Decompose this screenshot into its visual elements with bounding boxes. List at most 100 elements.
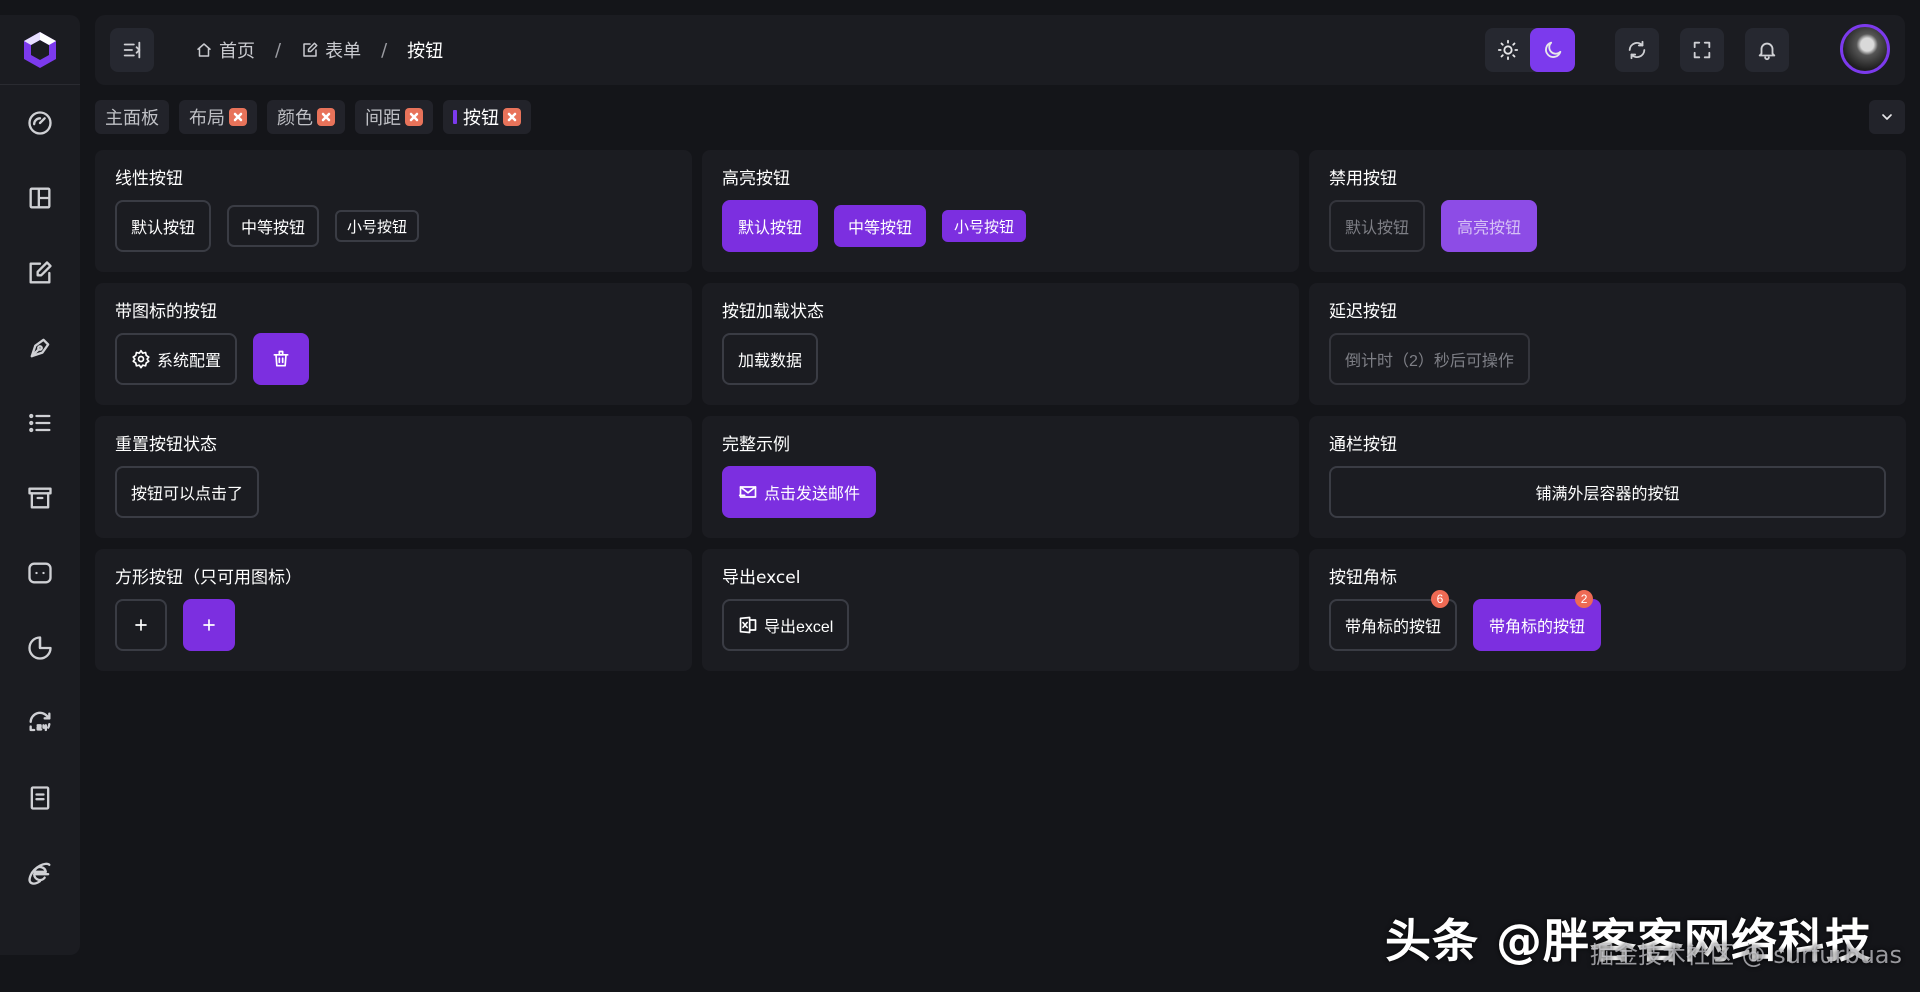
card-title: 完整示例: [722, 435, 790, 455]
sidebar-item-list[interactable]: [0, 385, 80, 460]
trash-icon: [273, 350, 289, 367]
sidebar: [0, 15, 80, 955]
tag-close-button[interactable]: [317, 108, 335, 126]
tag-label: 主面板: [105, 108, 159, 129]
close-icon: [233, 112, 243, 122]
system-settings-button[interactable]: 系统配置: [115, 333, 238, 385]
default-linear-button[interactable]: 默认按钮: [115, 200, 212, 252]
card-title: 延迟按钮: [1329, 302, 1397, 322]
history-24-icon: [29, 711, 51, 731]
add-square-button[interactable]: [115, 599, 167, 651]
close-icon: [507, 112, 517, 122]
chat-icon: [28, 562, 52, 583]
tag-dashboard[interactable]: 主面板: [95, 100, 169, 134]
tag-label: 颜色: [277, 108, 313, 129]
tag-close-button[interactable]: [229, 108, 247, 126]
close-icon: [409, 112, 419, 122]
pen-icon: [30, 338, 50, 357]
button-label: 带角标的按钮: [1489, 619, 1586, 636]
card-reset-buttons: 重置按钮状态 按钮可以点击了: [95, 416, 692, 538]
light-theme-button[interactable]: [1485, 28, 1530, 72]
tag-button[interactable]: 按钮: [443, 100, 531, 134]
card-title: 导出excel: [722, 568, 801, 588]
plus-icon: [135, 619, 147, 631]
sidebar-item-pen[interactable]: [0, 310, 80, 385]
logo[interactable]: [0, 15, 80, 85]
sidebar-item-form[interactable]: [0, 235, 80, 310]
export-excel-button[interactable]: 导出excel: [722, 599, 850, 651]
tab-bar: 主面板 布局 颜色 间距 按钮: [95, 100, 531, 134]
disabled-default-button[interactable]: 默认按钮: [1329, 200, 1426, 252]
medium-primary-button[interactable]: 中等按钮: [834, 205, 927, 247]
button-label: 导出excel: [764, 619, 834, 636]
sidebar-item-dashboard[interactable]: [0, 85, 80, 160]
medium-linear-button[interactable]: 中等按钮: [227, 205, 320, 247]
pie-chart-icon: [28, 635, 52, 660]
edit-icon: [303, 42, 318, 57]
countdown-button[interactable]: 倒计时（2）秒后可操作: [1329, 333, 1530, 385]
theme-toggle[interactable]: [1485, 28, 1575, 72]
home-icon: [197, 43, 211, 57]
sidebar-item-browser[interactable]: [0, 835, 80, 910]
sidebar-item-chart[interactable]: [0, 610, 80, 685]
menu-fold-icon: [123, 41, 141, 59]
sidebar-toggle-button[interactable]: [110, 28, 154, 72]
card-full-example: 完整示例 点击发送邮件: [702, 416, 1299, 538]
card-disabled-buttons: 禁用按钮 默认按钮 高亮按钮: [1309, 150, 1906, 272]
card-linear-buttons: 线性按钮 默认按钮 中等按钮 小号按钮: [95, 150, 692, 272]
add-square-primary-button[interactable]: [183, 599, 235, 651]
badge-primary-button[interactable]: 带角标的按钮 2: [1473, 590, 1602, 651]
badge-button[interactable]: 带角标的按钮 6: [1329, 590, 1458, 651]
tag-label: 间距: [365, 108, 401, 129]
fullscreen-button[interactable]: [1680, 28, 1724, 72]
tag-close-button[interactable]: [405, 108, 423, 126]
default-primary-button[interactable]: 默认按钮: [722, 200, 819, 252]
sidebar-item-chat[interactable]: [0, 535, 80, 610]
tag-close-button[interactable]: [503, 108, 521, 126]
document-icon: [30, 785, 50, 810]
tags-dropdown-button[interactable]: [1869, 100, 1905, 134]
watermark: 头条 @胖客客网络科技 掘金技术社区 @ surfurbuas: [1385, 905, 1902, 969]
card-delay-buttons: 延迟按钮 倒计时（2）秒后可操作: [1309, 283, 1906, 405]
card-title: 禁用按钮: [1329, 169, 1397, 189]
breadcrumb-home[interactable]: 首页: [195, 37, 255, 63]
refresh-button[interactable]: [1615, 28, 1659, 72]
send-email-button[interactable]: 点击发送邮件: [722, 466, 877, 518]
sidebar-item-archive[interactable]: [0, 460, 80, 535]
breadcrumb-separator: /: [381, 39, 388, 61]
small-linear-button[interactable]: 小号按钮: [335, 210, 420, 242]
top-header: 首页 / 表单 / 按钮: [95, 15, 1905, 85]
disabled-primary-button[interactable]: 高亮按钮: [1441, 200, 1538, 252]
chevron-down-icon: [1882, 114, 1892, 120]
sidebar-item-document[interactable]: [0, 760, 80, 835]
notifications-button[interactable]: [1745, 28, 1789, 72]
card-loading-buttons: 按钮加载状态 加载数据: [702, 283, 1299, 405]
active-tag-indicator: [453, 110, 457, 124]
breadcrumb-form[interactable]: 表单: [301, 37, 361, 63]
delete-button[interactable]: [253, 333, 310, 385]
tag-spacing[interactable]: 间距: [355, 100, 433, 134]
user-avatar[interactable]: [1840, 24, 1890, 74]
refresh-icon: [1628, 40, 1646, 60]
logo-icon: [24, 31, 56, 68]
list-icon: [29, 413, 51, 432]
breadcrumb: 首页 / 表单 / 按钮: [195, 15, 443, 85]
full-width-button[interactable]: 铺满外层容器的按钮: [1329, 466, 1886, 518]
sidebar-item-layout[interactable]: [0, 160, 80, 235]
clickable-again-button[interactable]: 按钮可以点击了: [115, 466, 260, 518]
card-title: 带图标的按钮: [115, 302, 217, 322]
dark-theme-button[interactable]: [1530, 28, 1575, 72]
tag-label: 布局: [189, 108, 225, 129]
sun-icon: [1497, 39, 1518, 61]
small-primary-button[interactable]: 小号按钮: [942, 210, 1027, 242]
load-data-button[interactable]: 加载数据: [722, 333, 819, 385]
button-label: 点击发送邮件: [764, 486, 861, 503]
bell-icon: [1758, 42, 1776, 61]
tag-layout[interactable]: 布局: [179, 100, 257, 134]
count-badge: 6: [1431, 590, 1450, 608]
card-title: 重置按钮状态: [115, 435, 217, 455]
sidebar-item-history[interactable]: [0, 685, 80, 760]
card-highlight-buttons: 高亮按钮 默认按钮 中等按钮 小号按钮: [702, 150, 1299, 272]
card-title: 按钮加载状态: [722, 302, 824, 322]
tag-color[interactable]: 颜色: [267, 100, 345, 134]
